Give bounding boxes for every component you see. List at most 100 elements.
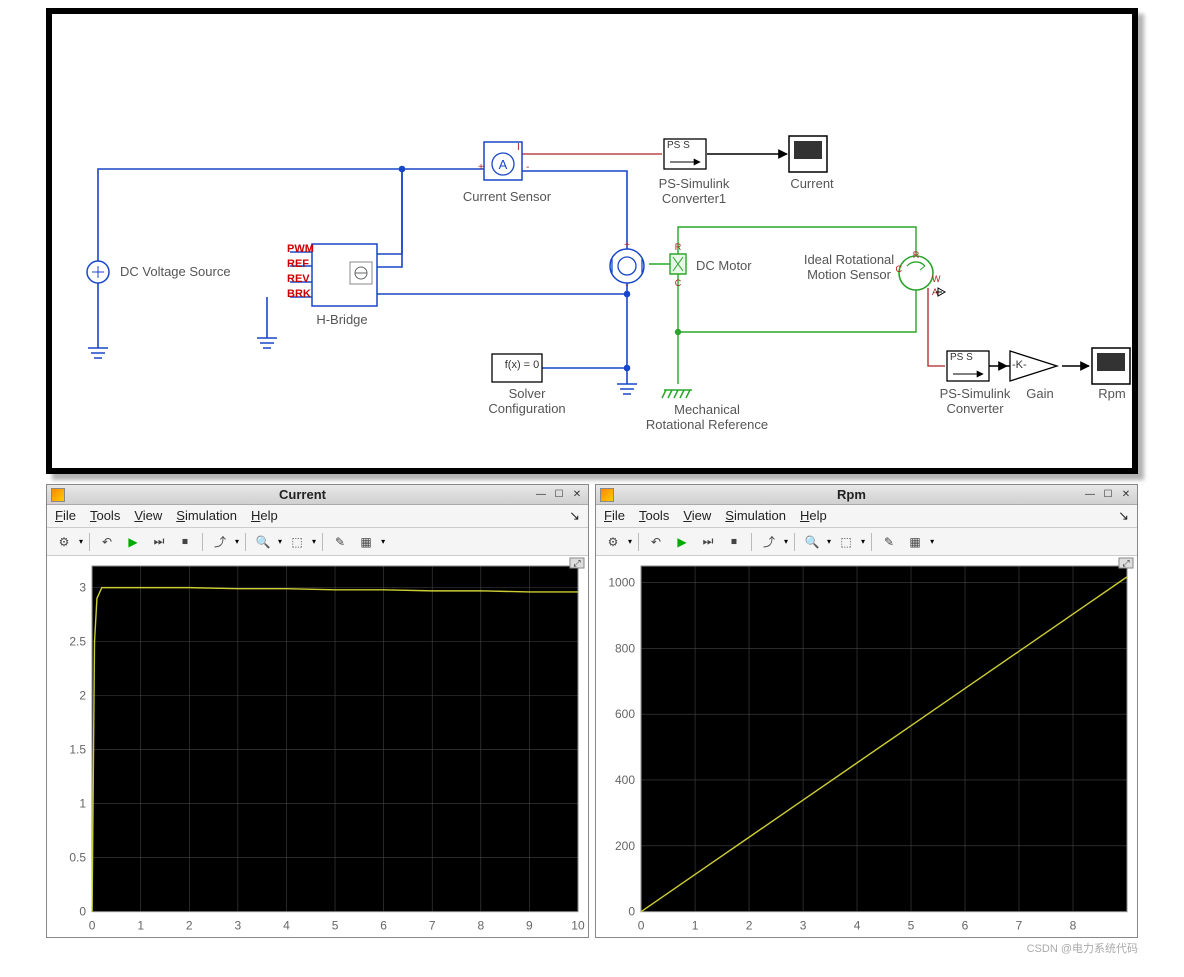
svg-text:1.5: 1.5 <box>69 743 86 757</box>
svg-text:0.5: 0.5 <box>69 851 86 865</box>
svg-text:3: 3 <box>79 581 86 595</box>
svg-text:2: 2 <box>186 919 193 933</box>
maximize-button[interactable]: ☐ <box>1101 488 1115 502</box>
label-solver-config: Solver Configuration <box>482 386 572 416</box>
zoom-icon[interactable]: 🔍 <box>801 531 823 553</box>
step-back-icon[interactable]: ↶ <box>645 531 667 553</box>
svg-text:-: - <box>625 280 628 291</box>
svg-text:7: 7 <box>1016 919 1023 933</box>
svg-text:R: R <box>675 242 682 252</box>
cursor-icon[interactable]: ✎ <box>878 531 900 553</box>
svg-text:7: 7 <box>429 919 436 933</box>
close-button[interactable]: ✕ <box>570 488 584 502</box>
footer-credit: CSDN @电力系统代码 <box>0 938 1184 962</box>
svg-text:200: 200 <box>615 839 635 853</box>
svg-text:+: + <box>478 162 484 173</box>
autoscale-icon[interactable]: ⬚ <box>835 531 857 553</box>
svg-text:0: 0 <box>79 905 86 919</box>
settings-icon[interactable]: ⚙ <box>602 531 624 553</box>
label-dc-voltage-source: DC Voltage Source <box>120 264 231 279</box>
cursor-icon[interactable]: ✎ <box>329 531 351 553</box>
svg-text:2.5: 2.5 <box>69 635 86 649</box>
highlight-icon[interactable]: ⤴ <box>209 531 231 553</box>
measure-icon[interactable]: ▦ <box>355 531 377 553</box>
menu-simulation[interactable]: Simulation <box>176 508 237 524</box>
menu-simulation[interactable]: Simulation <box>725 508 786 524</box>
menu-overflow-icon[interactable]: ↘ <box>569 508 580 524</box>
run-icon[interactable]: ▶ <box>122 531 144 553</box>
step-forward-icon[interactable]: ⏭ <box>148 531 170 553</box>
menu-view[interactable]: View <box>683 508 711 524</box>
simulink-diagram-panel: A I + - + - R C C R W A <box>46 8 1138 474</box>
measure-icon[interactable]: ▦ <box>904 531 926 553</box>
scope-window-current: Current — ☐ ✕ File Tools View Simulation… <box>46 484 589 938</box>
close-button[interactable]: ✕ <box>1119 488 1133 502</box>
port-brk: BRK <box>287 288 311 300</box>
svg-text:5: 5 <box>332 919 339 933</box>
minimize-button[interactable]: — <box>534 488 548 502</box>
plot-area-rpm[interactable]: 01234567802004006008001000⤢ <box>596 556 1137 937</box>
menu-file[interactable]: File <box>55 508 76 524</box>
svg-text:9: 9 <box>526 919 533 933</box>
label-ideal-rot-sensor: Ideal Rotational Motion Sensor <box>794 252 904 282</box>
autoscale-icon[interactable]: ⬚ <box>286 531 308 553</box>
svg-text:W: W <box>932 274 941 284</box>
label-current-scope: Current <box>782 176 842 191</box>
svg-text:+: + <box>624 240 630 251</box>
svg-text:2: 2 <box>79 689 86 703</box>
svg-text:I: I <box>517 142 520 153</box>
svg-text:-: - <box>526 162 529 173</box>
menu-view[interactable]: View <box>134 508 162 524</box>
menu-tools[interactable]: Tools <box>90 508 120 524</box>
stop-icon[interactable]: ⏹ <box>174 531 196 553</box>
plot-area-current[interactable]: 01234567891000.511.522.53⤢ <box>47 556 588 937</box>
menu-help[interactable]: Help <box>251 508 278 524</box>
menu-tools[interactable]: Tools <box>639 508 669 524</box>
label-rpm-scope: Rpm <box>1087 386 1137 401</box>
label-gain: Gain <box>1015 386 1065 401</box>
svg-text:R: R <box>913 250 920 260</box>
label-dc-motor: DC Motor <box>696 258 752 273</box>
title-text-rpm: Rpm <box>620 487 1083 502</box>
svg-text:3: 3 <box>235 919 242 933</box>
chart-current: 01234567891000.511.522.53⤢ <box>47 556 588 937</box>
port-pwm: PWM <box>287 243 314 255</box>
svg-text:800: 800 <box>615 641 635 655</box>
step-back-icon[interactable]: ↶ <box>96 531 118 553</box>
svg-text:⤢: ⤢ <box>572 558 580 568</box>
svg-text:0: 0 <box>638 919 645 933</box>
app-icon <box>600 488 614 502</box>
highlight-icon[interactable]: ⤴ <box>758 531 780 553</box>
svg-text:6: 6 <box>380 919 387 933</box>
run-icon[interactable]: ▶ <box>671 531 693 553</box>
label-ps-conv: PS-Simulink Converter <box>930 386 1020 416</box>
svg-text:5: 5 <box>908 919 915 933</box>
menu-overflow-icon[interactable]: ↘ <box>1118 508 1129 524</box>
toolbar-current: ⚙▾ ↶ ▶ ⏭ ⏹ ⤴▾ 🔍▾ ⬚▾ ✎ ▦▾ <box>47 528 588 556</box>
toolbar-rpm: ⚙▾ ↶ ▶ ⏭ ⏹ ⤴▾ 🔍▾ ⬚▾ ✎ ▦▾ <box>596 528 1137 556</box>
svg-text:A: A <box>499 157 508 172</box>
svg-text:8: 8 <box>1070 919 1077 933</box>
minimize-button[interactable]: — <box>1083 488 1097 502</box>
svg-text:10: 10 <box>571 919 585 933</box>
maximize-button[interactable]: ☐ <box>552 488 566 502</box>
zoom-icon[interactable]: 🔍 <box>252 531 274 553</box>
svg-text:8: 8 <box>477 919 484 933</box>
menu-help[interactable]: Help <box>800 508 827 524</box>
step-forward-icon[interactable]: ⏭ <box>697 531 719 553</box>
svg-text:6: 6 <box>962 919 969 933</box>
svg-text:1: 1 <box>137 919 144 933</box>
label-mech-rot-ref: Mechanical Rotational Reference <box>632 402 782 432</box>
title-text-current: Current <box>71 487 534 502</box>
ps-conv-text: PS S <box>950 352 973 363</box>
gain-text: -K- <box>1012 359 1027 371</box>
svg-text:⤢: ⤢ <box>1121 558 1129 568</box>
settings-icon[interactable]: ⚙ <box>53 531 75 553</box>
port-rev: REV <box>287 273 310 285</box>
menu-file[interactable]: File <box>604 508 625 524</box>
svg-text:0: 0 <box>89 919 96 933</box>
title-bar-rpm[interactable]: Rpm — ☐ ✕ <box>596 485 1137 505</box>
stop-icon[interactable]: ⏹ <box>723 531 745 553</box>
scope-windows-container: Current — ☐ ✕ File Tools View Simulation… <box>0 484 1184 938</box>
title-bar-current[interactable]: Current — ☐ ✕ <box>47 485 588 505</box>
